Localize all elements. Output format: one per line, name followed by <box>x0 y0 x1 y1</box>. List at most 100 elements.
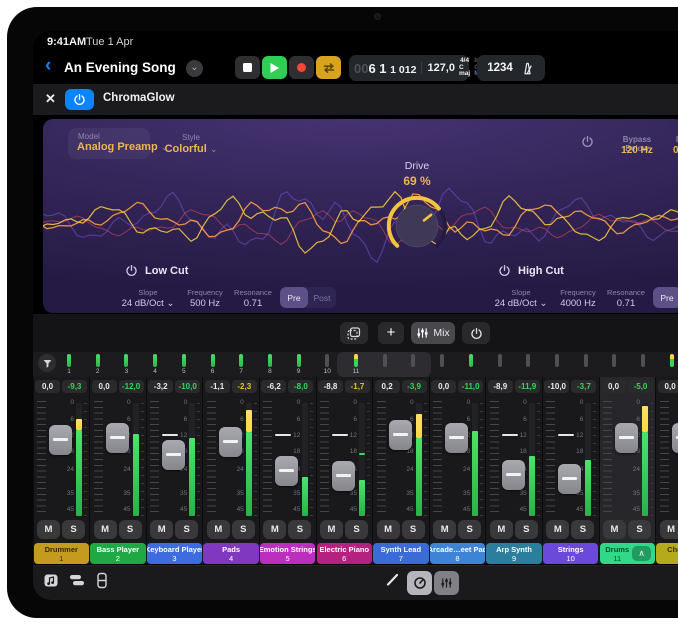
fader-handle[interactable] <box>106 423 129 453</box>
peak-db-value[interactable]: -10,0 <box>175 380 200 393</box>
peak-db-value[interactable]: -12,0 <box>119 380 144 393</box>
track-label[interactable]: Arcade…eet Pad8 <box>430 543 486 564</box>
pre-button[interactable]: Pre <box>280 287 308 308</box>
peak-db-value[interactable]: -11,0 <box>458 380 483 393</box>
fader-panel-button[interactable] <box>95 572 109 589</box>
back-chevron-icon[interactable]: ‹ <box>45 55 51 77</box>
add-track-button[interactable]: + <box>378 322 404 344</box>
solo-button[interactable]: S <box>571 520 594 539</box>
fader-handle[interactable] <box>389 420 412 450</box>
count-in-button[interactable]: 1234 <box>487 62 513 74</box>
low-cut-power-icon[interactable] <box>125 264 138 277</box>
song-title[interactable]: An Evening Song <box>64 60 176 75</box>
close-plugin-icon[interactable]: ✕ <box>45 91 56 107</box>
track-label[interactable]: Pads4 <box>203 543 259 564</box>
level-value[interactable]: 0.0 <box>673 145 678 156</box>
pre-button[interactable]: Pre <box>653 287 678 308</box>
track-label[interactable]: Emotion Strings5 <box>260 543 316 564</box>
mute-button[interactable]: M <box>660 520 678 539</box>
solo-button[interactable]: S <box>288 520 311 539</box>
fader-handle[interactable] <box>49 425 72 455</box>
fader-db-value[interactable]: -8,8 <box>318 380 343 393</box>
slope-value[interactable]: 24 dB/Oct ⌄ <box>495 298 548 309</box>
mute-button[interactable]: M <box>377 520 400 539</box>
frequency-value[interactable]: 4000 Hz <box>560 298 595 309</box>
track-label[interactable]: Keyboard Player3 <box>147 543 203 564</box>
peak-db-value[interactable]: -8,0 <box>288 380 313 393</box>
style-value[interactable]: Colorful ⌄ <box>165 143 218 155</box>
mute-button[interactable]: M <box>263 520 286 539</box>
peak-db-value[interactable]: -11,9 <box>515 380 540 393</box>
mute-button[interactable]: M <box>320 520 343 539</box>
solo-button[interactable]: S <box>232 520 255 539</box>
patch-button[interactable] <box>340 322 368 344</box>
resonance-value[interactable]: 0.71 <box>244 298 263 309</box>
lcd-display[interactable]: 006 1 1 012 127,0 4/4C maj In OutMIDI <box>349 55 469 81</box>
model-value[interactable]: Analog Preamp ⌄ <box>77 141 168 153</box>
fader-handle[interactable] <box>502 460 525 490</box>
peak-db-value[interactable]: -3,7 <box>571 380 596 393</box>
track-label[interactable]: Drummer1 <box>34 543 90 564</box>
solo-button[interactable]: S <box>628 520 651 539</box>
track-label[interactable]: Arp Synth9 <box>486 543 542 564</box>
solo-button[interactable]: S <box>62 520 85 539</box>
mute-button[interactable]: M <box>150 520 173 539</box>
solo-button[interactable]: S <box>458 520 481 539</box>
edit-pencil-button[interactable] <box>385 572 400 587</box>
slope-value[interactable]: 24 dB/Oct ⌄ <box>122 298 175 309</box>
song-menu-chevron-icon[interactable]: ⌄ <box>186 60 203 77</box>
metronome-icon[interactable] <box>520 61 535 76</box>
mix-view-button[interactable]: Mix <box>411 322 455 344</box>
fader-handle[interactable] <box>672 423 678 453</box>
peak-db-value[interactable]: -3,9 <box>402 380 427 393</box>
mixer-power-button[interactable] <box>462 322 490 344</box>
solo-button[interactable]: S <box>515 520 538 539</box>
resonance-value[interactable]: 0.71 <box>617 298 636 309</box>
track-label[interactable]: Electric Piano6 <box>317 543 373 564</box>
fader-handle[interactable] <box>219 427 242 457</box>
filter-tracks-button[interactable] <box>38 354 56 372</box>
fader-db-value[interactable]: 0,0 <box>431 380 456 393</box>
mute-button[interactable]: M <box>603 520 626 539</box>
collapse-chevron-button[interactable]: ∧ <box>632 546 651 561</box>
frequency-value[interactable]: 500 Hz <box>190 298 220 309</box>
mute-button[interactable]: M <box>94 520 117 539</box>
fader-db-value[interactable]: 0,0 <box>658 380 678 393</box>
knob-mode-button[interactable] <box>407 571 432 595</box>
track-label[interactable]: Chorus V12 <box>656 543 678 564</box>
fader-db-value[interactable]: 0,0 <box>92 380 117 393</box>
fader-handle[interactable] <box>558 464 581 494</box>
solo-button[interactable]: S <box>402 520 425 539</box>
post-button[interactable]: Post <box>308 287 336 308</box>
fader-handle[interactable] <box>332 461 355 491</box>
high-cut-power-icon[interactable] <box>498 264 511 277</box>
mute-button[interactable]: M <box>546 520 569 539</box>
routing-button[interactable] <box>69 572 85 588</box>
solo-button[interactable]: S <box>175 520 198 539</box>
fader-db-value[interactable]: -6,2 <box>261 380 286 393</box>
peak-db-value[interactable]: -1,7 <box>345 380 370 393</box>
fader-db-value[interactable]: 0,0 <box>601 380 626 393</box>
solo-button[interactable]: S <box>345 520 368 539</box>
count-in-metronome-group[interactable]: 1234 <box>477 55 545 81</box>
model-box[interactable]: Model Analog Preamp ⌄ <box>68 128 150 159</box>
browser-button[interactable] <box>43 572 61 589</box>
fader-db-value[interactable]: -10,0 <box>544 380 569 393</box>
mute-button[interactable]: M <box>490 520 513 539</box>
track-label[interactable]: Strings10 <box>543 543 599 564</box>
mute-button[interactable]: M <box>37 520 60 539</box>
fader-handle[interactable] <box>445 423 468 453</box>
peak-db-value[interactable]: -9,3 <box>62 380 87 393</box>
mute-button[interactable]: M <box>207 520 230 539</box>
bypass-value[interactable]: 120 Hz <box>621 145 653 156</box>
mute-button[interactable]: M <box>433 520 456 539</box>
play-button[interactable] <box>262 56 287 79</box>
peak-db-value[interactable]: -2,3 <box>232 380 257 393</box>
fader-db-value[interactable]: 0,2 <box>375 380 400 393</box>
fader-db-value[interactable]: 0,0 <box>35 380 60 393</box>
fader-db-value[interactable]: -1,1 <box>205 380 230 393</box>
fader-handle[interactable] <box>615 423 638 453</box>
bypass-power-icon[interactable] <box>581 135 594 148</box>
stop-button[interactable] <box>235 56 260 79</box>
fader-handle[interactable] <box>162 440 185 470</box>
